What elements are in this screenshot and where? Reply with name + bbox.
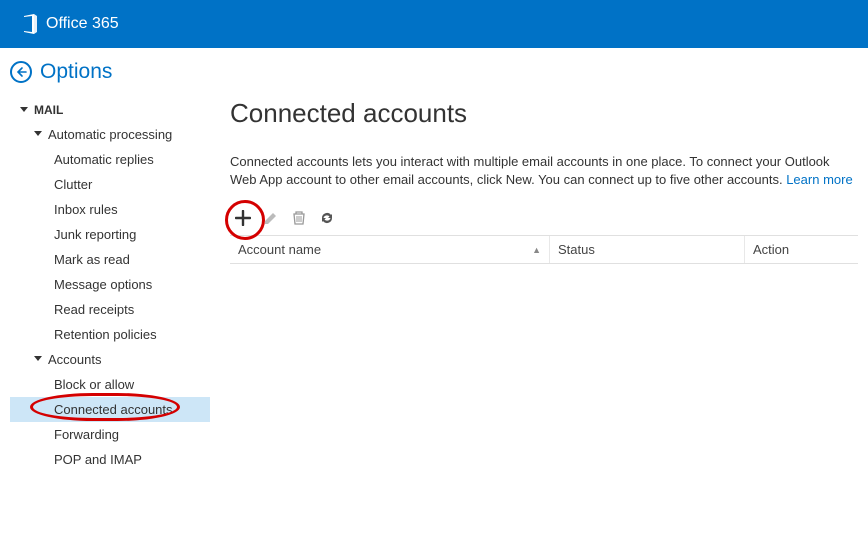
column-header-account-name[interactable]: Account name ▲ bbox=[230, 236, 550, 263]
office-logo-icon bbox=[20, 14, 40, 34]
description-text: Connected accounts lets you interact wit… bbox=[230, 154, 830, 187]
edit-button[interactable] bbox=[262, 209, 280, 227]
plus-icon bbox=[235, 210, 251, 226]
refresh-icon bbox=[319, 210, 335, 226]
sidebar-group-label: Accounts bbox=[48, 352, 101, 367]
new-button[interactable] bbox=[234, 209, 252, 227]
sidebar-item-label: Forwarding bbox=[54, 427, 119, 442]
table-header-row: Account name ▲ Status Action bbox=[230, 236, 858, 263]
sidebar-item-label: Retention policies bbox=[54, 327, 157, 342]
accounts-table: Account name ▲ Status Action bbox=[230, 235, 858, 264]
sidebar-item-message-options[interactable]: Message options bbox=[10, 272, 210, 297]
page-title: Connected accounts bbox=[230, 98, 858, 129]
column-header-status[interactable]: Status bbox=[550, 236, 745, 263]
sidebar-item-label: Message options bbox=[54, 277, 152, 292]
sidebar-item-read-receipts[interactable]: Read receipts bbox=[10, 297, 210, 322]
page-description: Connected accounts lets you interact wit… bbox=[230, 153, 858, 189]
brand-text: Office 365 bbox=[46, 15, 119, 33]
sidebar-item-label: Inbox rules bbox=[54, 202, 118, 217]
delete-button[interactable] bbox=[290, 209, 308, 227]
sidebar-item-label: Connected accounts bbox=[54, 402, 173, 417]
app-header: Office 365 bbox=[0, 0, 868, 48]
sidebar-item-pop-and-imap[interactable]: POP and IMAP bbox=[10, 447, 210, 472]
options-header: Options bbox=[0, 48, 868, 94]
sidebar-item-junk-reporting[interactable]: Junk reporting bbox=[10, 222, 210, 247]
content-panel: Connected accounts Connected accounts le… bbox=[210, 94, 868, 472]
sidebar-item-connected-accounts[interactable]: Connected accounts bbox=[10, 397, 210, 422]
sidebar-group-accounts[interactable]: Accounts bbox=[10, 347, 210, 372]
options-label: Options bbox=[40, 60, 112, 84]
back-button[interactable] bbox=[10, 61, 32, 83]
sidebar-item-label: Block or allow bbox=[54, 377, 134, 392]
toolbar bbox=[230, 209, 858, 227]
sidebar-item-label: Clutter bbox=[54, 177, 92, 192]
caret-down-icon bbox=[34, 131, 42, 136]
column-label: Status bbox=[558, 242, 595, 257]
learn-more-link[interactable]: Learn more bbox=[786, 172, 852, 187]
sidebar-item-label: Mark as read bbox=[54, 252, 130, 267]
sidebar-group-label: Automatic processing bbox=[48, 127, 172, 142]
trash-icon bbox=[291, 210, 307, 226]
sidebar-item-clutter[interactable]: Clutter bbox=[10, 172, 210, 197]
sidebar-item-block-or-allow[interactable]: Block or allow bbox=[10, 372, 210, 397]
sort-asc-icon: ▲ bbox=[532, 245, 541, 255]
refresh-button[interactable] bbox=[318, 209, 336, 227]
arrow-left-icon bbox=[15, 66, 27, 78]
brand[interactable]: Office 365 bbox=[20, 14, 119, 34]
pencil-icon bbox=[263, 210, 279, 226]
caret-down-icon bbox=[20, 107, 28, 112]
sidebar-root-label: MAIL bbox=[34, 103, 63, 117]
sidebar-item-label: Read receipts bbox=[54, 302, 134, 317]
sidebar-item-mark-as-read[interactable]: Mark as read bbox=[10, 247, 210, 272]
sidebar-item-retention-policies[interactable]: Retention policies bbox=[10, 322, 210, 347]
sidebar-root-mail[interactable]: MAIL bbox=[10, 98, 210, 122]
sidebar-item-inbox-rules[interactable]: Inbox rules bbox=[10, 197, 210, 222]
sidebar-item-label: Automatic replies bbox=[54, 152, 154, 167]
sidebar: MAIL Automatic processing Automatic repl… bbox=[0, 94, 210, 472]
sidebar-item-forwarding[interactable]: Forwarding bbox=[10, 422, 210, 447]
column-label: Action bbox=[753, 242, 789, 257]
sidebar-item-automatic-replies[interactable]: Automatic replies bbox=[10, 147, 210, 172]
caret-down-icon bbox=[34, 356, 42, 361]
sidebar-item-label: Junk reporting bbox=[54, 227, 136, 242]
sidebar-item-label: POP and IMAP bbox=[54, 452, 142, 467]
column-header-action[interactable]: Action bbox=[745, 236, 858, 263]
column-label: Account name bbox=[238, 242, 321, 257]
sidebar-group-automatic-processing[interactable]: Automatic processing bbox=[10, 122, 210, 147]
